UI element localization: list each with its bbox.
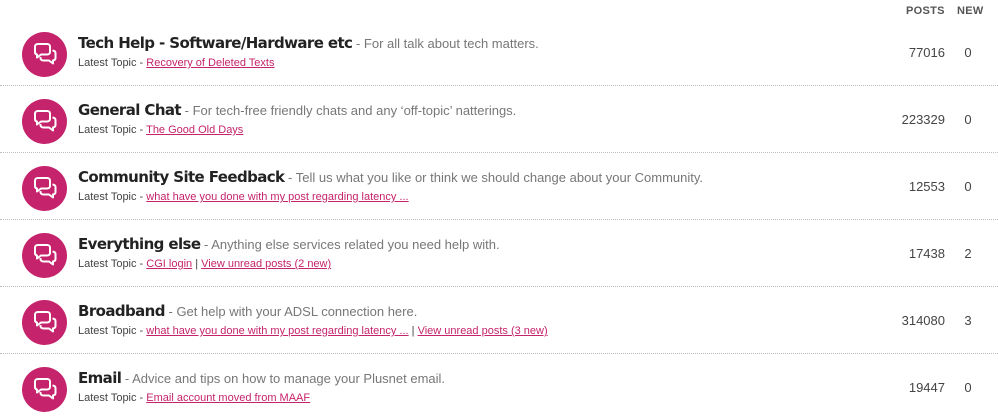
board-row: Email - Advice and tips on how to manage… (0, 354, 998, 420)
unread-wrap: | View unread posts (3 new) (409, 325, 548, 337)
board-description: For tech-free friendly chats and any ‘of… (192, 103, 517, 118)
unread-separator: | (408, 325, 418, 337)
latest-topic-link[interactable]: Recovery of Deleted Texts (146, 57, 274, 69)
board-description-separator: - (284, 170, 296, 185)
board-title-line: Tech Help - Software/Hardware etc - For … (78, 34, 539, 53)
board-description: For all talk about tech matters. (363, 36, 539, 51)
new-count: 0 (964, 112, 972, 127)
board-name-link[interactable]: Everything else (78, 235, 201, 253)
latest-topic-label: Latest Topic - (78, 124, 147, 136)
new-count: 3 (964, 313, 972, 328)
board-name-link[interactable]: Tech Help - Software/Hardware etc (78, 34, 353, 52)
posts-count: 12553 (908, 179, 945, 194)
board-description: Anything else services related you need … (211, 237, 500, 252)
speech-bubbles-icon[interactable] (22, 367, 67, 412)
speech-bubbles-icon[interactable] (22, 99, 67, 144)
board-description-separator: - (352, 36, 364, 51)
new-count: 0 (964, 380, 972, 395)
latest-topic-label: Latest Topic - (78, 57, 147, 69)
board-description: Get help with your ADSL connection here. (176, 304, 418, 319)
board-title-line: Everything else - Anything else services… (78, 235, 500, 254)
board-title-line: Broadband - Get help with your ADSL conn… (78, 302, 417, 321)
latest-topic-line: Latest Topic - Email account moved from … (78, 392, 310, 404)
latest-topic-line: Latest Topic - what have you done with m… (78, 325, 548, 337)
latest-topic-link[interactable]: what have you done with my post regardin… (146, 325, 408, 337)
latest-topic-line: Latest Topic - Recovery of Deleted Texts (78, 57, 274, 69)
latest-topic-link[interactable]: Email account moved from MAAF (146, 392, 310, 404)
latest-topic-line: Latest Topic - The Good Old Days (78, 124, 243, 136)
speech-bubbles-icon[interactable] (22, 32, 67, 77)
board-list: Tech Help - Software/Hardware etc - For … (0, 19, 998, 420)
latest-topic-label: Latest Topic - (78, 392, 147, 404)
board-name-link[interactable]: General Chat (78, 101, 182, 119)
board-description-separator: - (181, 103, 193, 118)
board-description-separator: - (121, 371, 133, 386)
latest-topic-line: Latest Topic - what have you done with m… (78, 191, 409, 203)
unread-wrap: | View unread posts (2 new) (192, 258, 331, 270)
posts-count: 17438 (908, 246, 945, 261)
new-count: 0 (964, 179, 972, 194)
latest-topic-label: Latest Topic - (78, 325, 147, 337)
posts-count: 77016 (908, 45, 945, 60)
board-row: Broadband - Get help with your ADSL conn… (0, 287, 998, 354)
unread-posts-link[interactable]: View unread posts (3 new) (418, 325, 548, 337)
speech-bubbles-icon[interactable] (22, 166, 67, 211)
board-name-link[interactable]: Broadband (78, 302, 165, 320)
new-count: 2 (964, 246, 972, 261)
speech-bubbles-icon[interactable] (22, 300, 67, 345)
unread-separator: | (192, 258, 202, 270)
posts-count: 19447 (908, 380, 945, 395)
latest-topic-label: Latest Topic - (78, 191, 147, 203)
posts-count: 314080 (901, 313, 945, 328)
board-row: Community Site Feedback - Tell us what y… (0, 153, 998, 220)
posts-count: 223329 (901, 112, 945, 127)
posts-column-header: POSTS (906, 5, 945, 17)
board-title-line: General Chat - For tech-free friendly ch… (78, 101, 516, 120)
new-count: 0 (964, 45, 972, 60)
latest-topic-link[interactable]: what have you done with my post regardin… (146, 191, 408, 203)
board-description-separator: - (200, 237, 212, 252)
latest-topic-label: Latest Topic - (78, 258, 147, 270)
new-column-header: NEW (957, 5, 984, 17)
board-description-separator: - (164, 304, 177, 319)
speech-bubbles-icon[interactable] (22, 233, 67, 278)
unread-posts-link[interactable]: View unread posts (2 new) (201, 258, 331, 270)
board-row: Everything else - Anything else services… (0, 220, 998, 287)
latest-topic-link[interactable]: The Good Old Days (146, 124, 243, 136)
latest-topic-link[interactable]: CGI login (146, 258, 192, 270)
board-name-link[interactable]: Community Site Feedback (78, 168, 285, 186)
board-title-line: Community Site Feedback - Tell us what y… (78, 168, 703, 187)
board-row: General Chat - For tech-free friendly ch… (0, 86, 998, 153)
board-description: Tell us what you like or think we should… (295, 170, 704, 185)
board-name-link[interactable]: Email (78, 369, 122, 387)
board-title-line: Email - Advice and tips on how to manage… (78, 369, 445, 388)
board-description: Advice and tips on how to manage your Pl… (132, 371, 446, 386)
latest-topic-line: Latest Topic - CGI login | View unread p… (78, 258, 331, 270)
board-row: Tech Help - Software/Hardware etc - For … (0, 19, 998, 86)
